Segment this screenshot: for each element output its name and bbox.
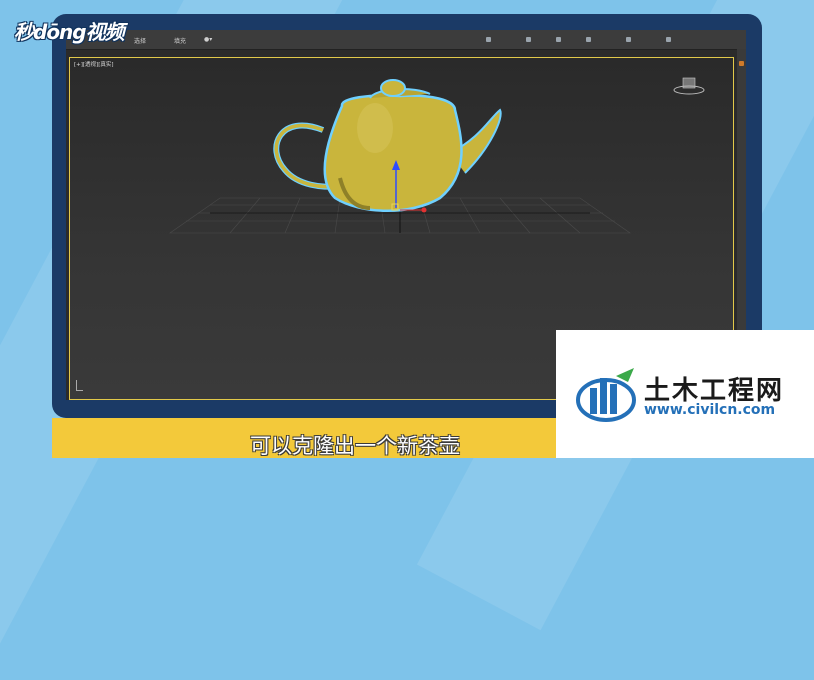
civilcn-logo-icon [576,368,636,422]
toolbar-view-toggle[interactable]: ●▾ [204,36,212,43]
axis-tripod-icon [76,380,83,391]
toolbar-icon[interactable] [626,37,631,42]
command-panel-tab-icon[interactable] [739,61,744,66]
toolbar: 选择 填充 ●▾ [66,30,746,50]
subtitle-text: 可以克隆出一个新茶壶 [250,434,460,458]
watermark-panel: 土木工程网 www.civilcn.com [556,330,814,458]
brand-logo: 秒dōng视频 [14,20,125,44]
toolbar-icon[interactable] [586,37,591,42]
viewcube-icon[interactable] [673,76,707,98]
toolbar-fill[interactable]: 填充 [174,36,186,45]
toolbar-icon[interactable] [556,37,561,42]
toolbar-icon[interactable] [526,37,531,42]
toolbar-select[interactable]: 选择 [134,36,146,45]
watermark-url: www.civilcn.com [644,402,776,418]
toolbar-icon[interactable] [486,37,491,42]
toolbar-icon[interactable] [666,37,671,42]
teapot-object[interactable] [273,79,502,212]
